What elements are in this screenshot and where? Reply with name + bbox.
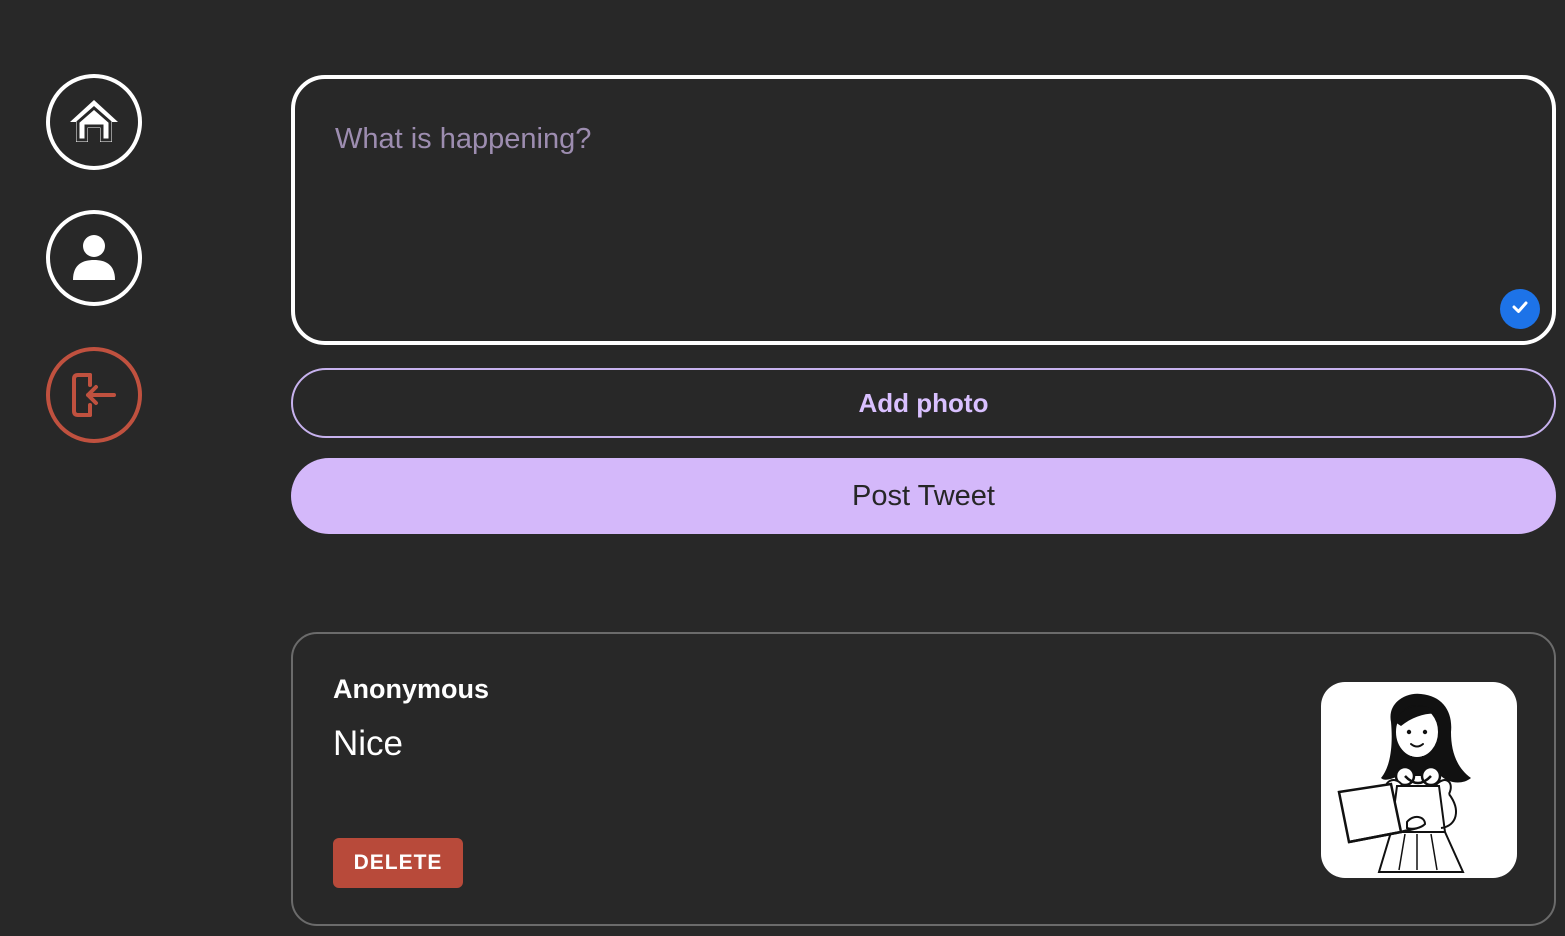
home-button[interactable] <box>46 74 142 170</box>
home-icon <box>66 94 122 150</box>
tweet-text: Nice <box>333 724 404 763</box>
logout-button[interactable] <box>46 347 142 443</box>
compose-box <box>291 75 1556 345</box>
post-tweet-label: Post Tweet <box>852 479 995 512</box>
add-photo-label: Add photo <box>858 387 989 418</box>
delete-label: DELETE <box>353 851 443 874</box>
check-icon <box>1510 297 1530 322</box>
tweet-input[interactable] <box>333 119 1483 309</box>
tweet-photo[interactable] <box>1321 682 1517 878</box>
grammar-check-badge[interactable] <box>1500 289 1540 329</box>
delete-button[interactable]: DELETE <box>333 838 463 888</box>
main-content: Add photo Post Tweet Anonymous Nice DELE… <box>291 0 1556 936</box>
girl-with-laptop-illustration <box>1337 693 1471 873</box>
user-icon <box>69 230 119 286</box>
post-tweet-button[interactable]: Post Tweet <box>291 458 1556 534</box>
profile-button[interactable] <box>46 210 142 306</box>
tweet-card: Anonymous Nice DELETE <box>291 632 1556 926</box>
logout-icon <box>68 369 120 421</box>
sidebar <box>0 0 190 936</box>
add-photo-button[interactable]: Add photo <box>291 368 1556 438</box>
tweet-author: Anonymous <box>333 674 490 704</box>
